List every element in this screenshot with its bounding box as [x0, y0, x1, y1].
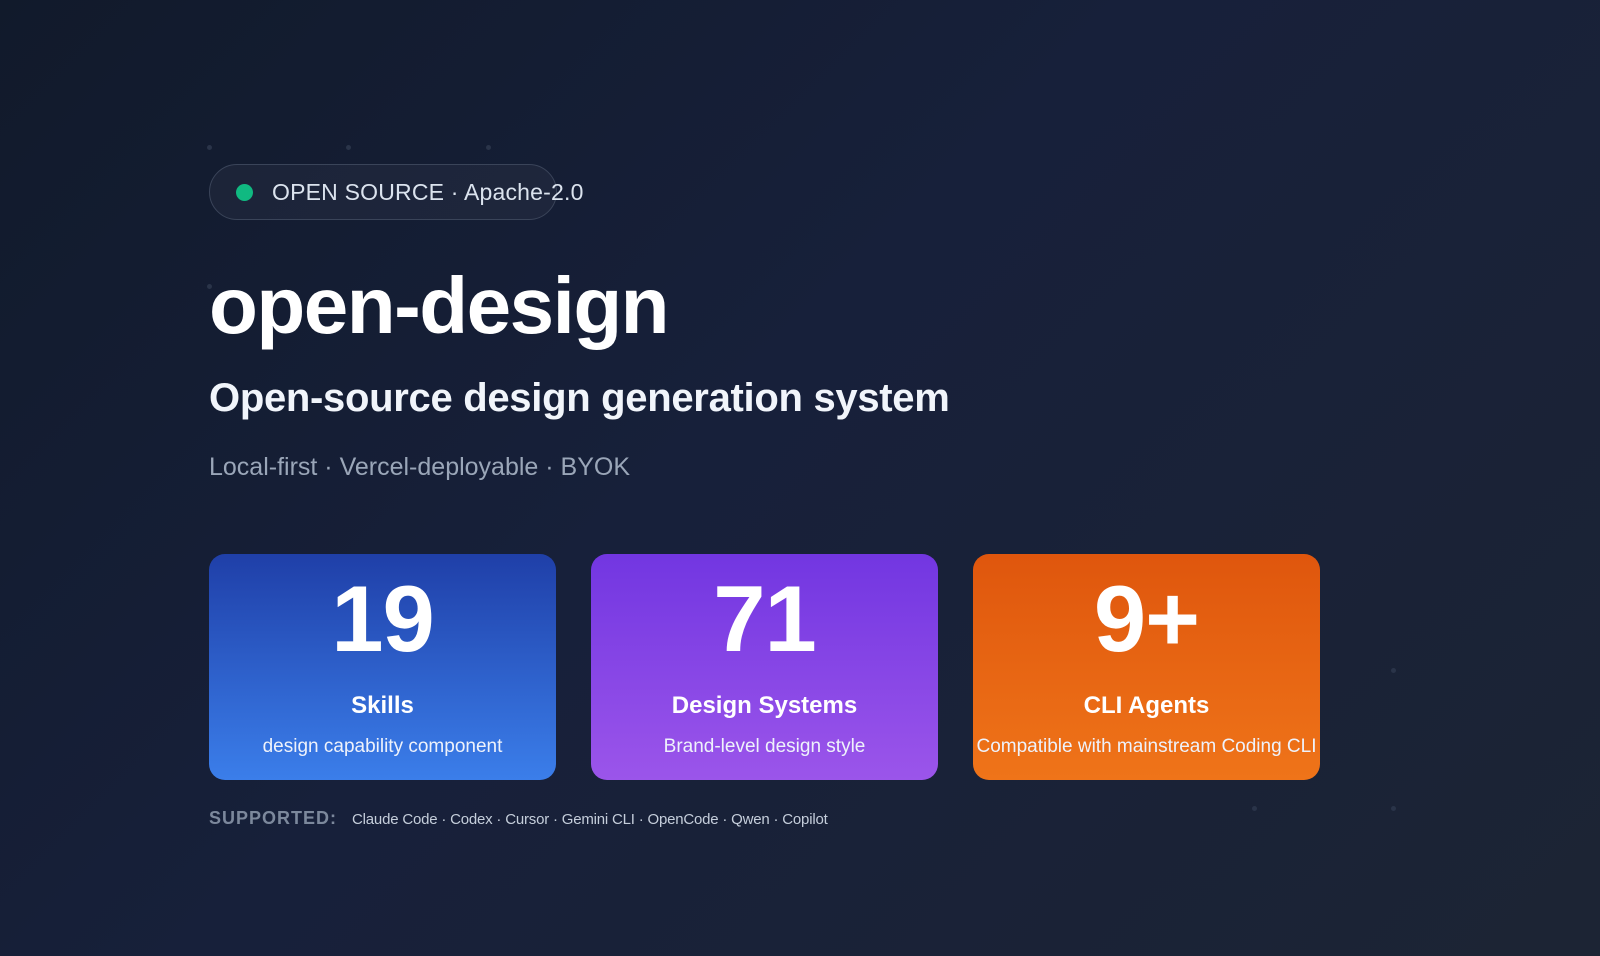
- page-title: open-design: [209, 261, 670, 350]
- stat-card-cli-agents: 9+ CLI Agents Compatible with mainstream…: [973, 554, 1320, 780]
- stat-description: design capability component: [262, 736, 503, 757]
- page-subtitle: Open-source design generation system: [209, 376, 950, 420]
- stat-label: CLI Agents: [1083, 692, 1210, 719]
- background-dot: [346, 145, 351, 150]
- license-badge-text: OPEN SOURCE · Apache-2.0: [272, 178, 584, 205]
- stat-number: 19: [331, 566, 435, 671]
- stat-description: Brand-level design style: [663, 736, 866, 757]
- stat-number: 9+: [1093, 566, 1200, 671]
- supported-list: Claude Code · Codex · Cursor · Gemini CL…: [352, 811, 828, 828]
- stat-card-design-systems: 71 Design Systems Brand-level design sty…: [591, 554, 938, 780]
- stat-card-skills: 19 Skills design capability component: [209, 554, 556, 780]
- hero-section: OPEN SOURCE · Apache-2.0 open-design Ope…: [209, 164, 1409, 829]
- background-dot: [207, 145, 212, 150]
- supported-label: SUPPORTED:: [209, 808, 338, 828]
- supported-agents: SUPPORTED: Claude Code · Codex · Cursor …: [209, 808, 1409, 829]
- stats-cards: 19 Skills design capability component 71…: [209, 554, 1409, 780]
- stat-description: Compatible with mainstream Coding CLI: [976, 736, 1317, 757]
- status-dot-icon: [236, 183, 253, 201]
- stat-number: 71: [713, 566, 817, 671]
- tagline: Local-first · Vercel-deployable · BYOK: [209, 453, 631, 481]
- background-dot: [486, 145, 491, 150]
- stat-label: Design Systems: [671, 692, 858, 719]
- license-badge: OPEN SOURCE · Apache-2.0: [209, 164, 583, 220]
- stat-label: Skills: [351, 692, 414, 719]
